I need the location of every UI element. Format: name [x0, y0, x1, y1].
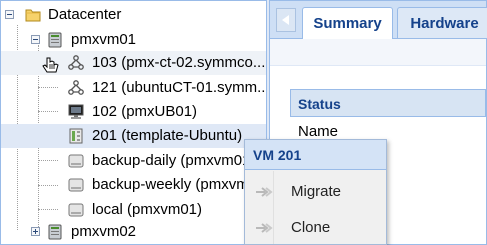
tree-label: pmxvm01	[71, 31, 137, 48]
tab-bar: Summary Hardware	[270, 1, 487, 39]
hand-cursor-icon	[42, 57, 59, 73]
menu-item-clone[interactable]: Clone	[245, 211, 386, 245]
migrate-icon	[256, 187, 273, 197]
tree-item-storage-backup-weekly[interactable]: backup-weekly (pmxvm0	[1, 173, 266, 197]
tree-item-storage-backup-daily[interactable]: backup-daily (pmxvm01	[1, 149, 266, 173]
tree-label: Datacenter	[48, 6, 122, 23]
tree-item-template-201[interactable]: 201 (template-Ubuntu)	[1, 124, 266, 148]
expand-icon[interactable]	[31, 227, 40, 236]
tree-label: 121 (ubuntuCT-01.symm...	[92, 79, 266, 96]
tab-hardware[interactable]: Hardware	[397, 7, 487, 38]
tree-node-pmxvm01[interactable]: pmxvm01	[1, 28, 266, 52]
clone-icon	[256, 223, 273, 233]
context-menu-title: VM 201	[245, 140, 386, 170]
tree-label: local (pmxvm01)	[92, 201, 203, 218]
context-menu: VM 201 Migrate Clone	[244, 139, 387, 245]
menu-item-label: Clone	[291, 219, 331, 236]
storage-icon	[68, 178, 84, 192]
collapse-icon[interactable]	[5, 10, 14, 19]
menu-item-migrate[interactable]: Migrate	[245, 175, 386, 209]
template-icon	[69, 128, 83, 144]
tab-summary[interactable]: Summary	[302, 7, 393, 39]
server-icon	[48, 32, 62, 48]
menu-item-label: Migrate	[291, 183, 342, 200]
status-panel-header: Status	[290, 89, 486, 117]
tree-item-ct-121[interactable]: 121 (ubuntuCT-01.symm...	[1, 76, 266, 100]
tab-scroll-left-button[interactable]	[276, 8, 296, 32]
monitor-icon	[68, 104, 84, 119]
toolbar	[270, 39, 486, 66]
storage-icon	[68, 203, 84, 217]
container-icon	[68, 55, 84, 70]
tree-node-pmxvm02[interactable]: pmxvm02	[1, 220, 266, 244]
tree-label: pmxvm02	[71, 223, 137, 240]
collapse-icon[interactable]	[31, 35, 40, 44]
tree-label: 102 (pmxUB01)	[92, 103, 198, 120]
container-icon	[68, 80, 84, 95]
tree-item-storage-local[interactable]: local (pmxvm01)	[1, 198, 266, 222]
tree-node-datacenter[interactable]: Datacenter	[1, 3, 266, 27]
tree-label: backup-weekly (pmxvm0	[92, 176, 258, 193]
folder-icon	[25, 9, 41, 22]
resource-tree: Datacenter pmxvm01 103 (pmx-ct-02.symmco…	[1, 1, 266, 244]
status-name-label: Name	[298, 123, 339, 140]
tree-label: 103 (pmx-ct-02.symmco...	[92, 54, 266, 71]
storage-icon	[68, 154, 84, 168]
server-icon	[48, 224, 62, 240]
tree-label: 201 (template-Ubuntu)	[92, 127, 243, 144]
tree-item-vm-102[interactable]: 102 (pmxUB01)	[1, 100, 266, 124]
tree-label: backup-daily (pmxvm01	[92, 152, 251, 169]
tree-item-ct-103[interactable]: 103 (pmx-ct-02.symmco...	[1, 51, 266, 75]
